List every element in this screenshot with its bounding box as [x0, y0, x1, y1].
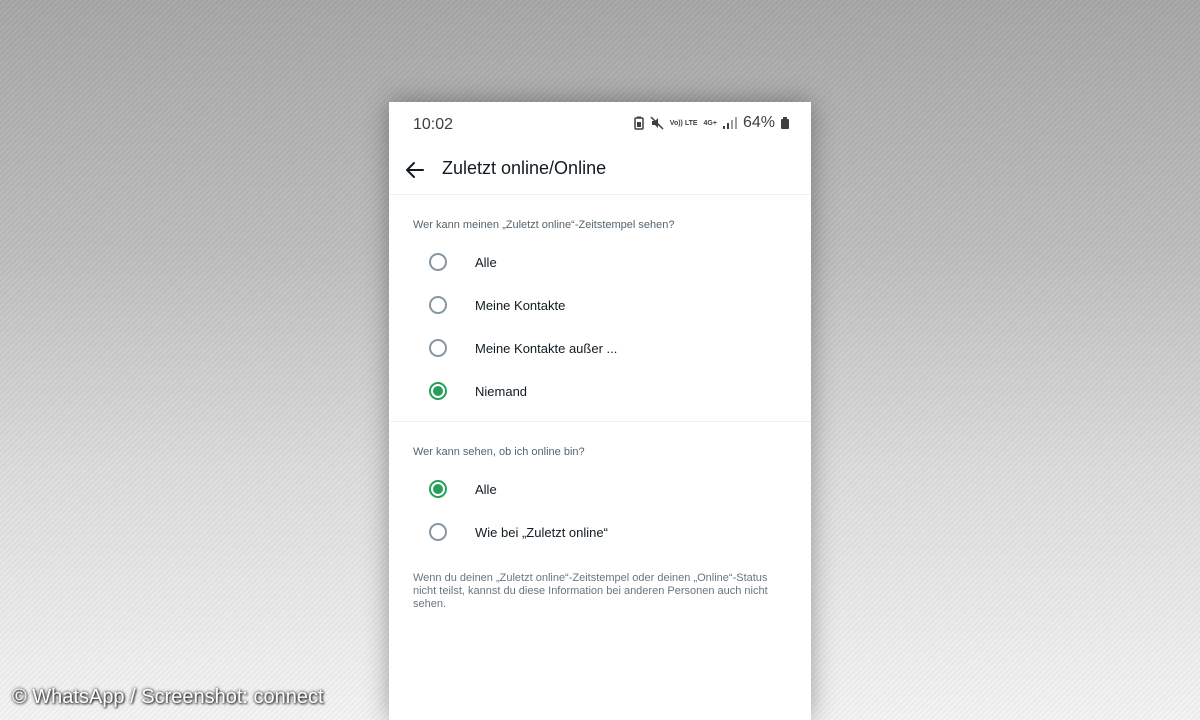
last-seen-option-everyone[interactable]: Alle [389, 242, 811, 282]
signal-icon [722, 117, 737, 129]
volte-indicator: Vo)) LTE [670, 120, 698, 127]
volte-label: Vo)) LTE [669, 119, 698, 127]
phone-screen: 10:02 Vo)) LTE 4G+ 64% Zuletzt online/On… [389, 102, 811, 720]
mute-icon [650, 116, 664, 130]
option-label: Meine Kontakte außer ... [475, 340, 618, 356]
last-seen-option-nobody[interactable]: Niemand [389, 371, 811, 411]
option-label: Alle [475, 481, 497, 497]
option-label: Wie bei „Zuletzt online“ [475, 524, 608, 540]
radio-button[interactable] [429, 253, 447, 271]
battery-icon [781, 117, 789, 129]
network-type-label: 4G+ [703, 119, 717, 127]
page-title: Zuletzt online/Online [442, 158, 607, 178]
radio-button-selected[interactable] [429, 382, 447, 400]
network-type-indicator: 4G+ [704, 120, 717, 127]
app-bar: Zuletzt online/Online [389, 146, 811, 195]
back-button[interactable] [401, 156, 429, 184]
copyright-watermark: © WhatsApp / Screenshot: connect [12, 686, 324, 708]
status-time: 10:02 [413, 116, 454, 133]
option-label: Alle [475, 254, 497, 270]
status-bar: 10:02 Vo)) LTE 4G+ 64% [389, 102, 811, 146]
radio-button-selected[interactable] [429, 480, 447, 498]
radio-button[interactable] [429, 523, 447, 541]
radio-button[interactable] [429, 339, 447, 357]
option-label: Meine Kontakte [475, 297, 566, 313]
online-option-same-as-last-seen[interactable]: Wie bei „Zuletzt online“ [389, 512, 811, 552]
battery-saver-icon [634, 116, 644, 130]
option-label: Niemand [475, 383, 528, 399]
section-divider [389, 421, 811, 422]
arrow-left-icon [406, 162, 424, 178]
radio-button[interactable] [429, 296, 447, 314]
online-section-label: Wer kann sehen, ob ich online bin? [413, 446, 585, 458]
online-option-everyone[interactable]: Alle [389, 469, 811, 509]
privacy-footnote: Wenn du deinen „Zuletzt online“-Zeitstem… [413, 572, 768, 610]
battery-percent: 64% [742, 114, 775, 131]
last-seen-option-my-contacts[interactable]: Meine Kontakte [389, 285, 811, 325]
last-seen-option-contacts-except[interactable]: Meine Kontakte außer ... [389, 328, 811, 368]
last-seen-section-label: Wer kann meinen „Zuletzt online“-Zeitste… [413, 219, 675, 231]
status-icons: Vo)) LTE 4G+ 64% [634, 114, 789, 132]
